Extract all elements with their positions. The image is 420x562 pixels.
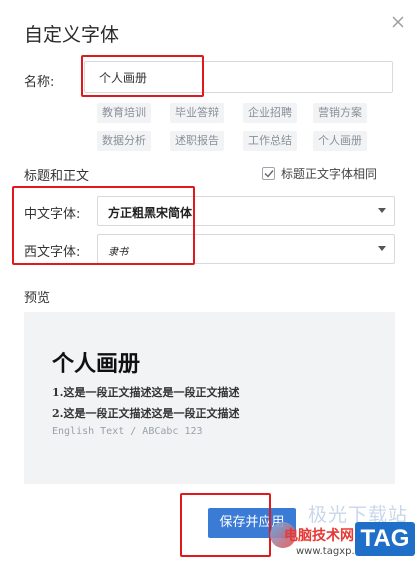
tag-item[interactable]: 数据分析 <box>97 131 151 151</box>
tag-item[interactable]: 企业招聘 <box>243 103 297 123</box>
same-font-label: 标题正文字体相同 <box>281 167 378 181</box>
preview-body-line: 2.这是一段正文描述这是一段正文描述 <box>52 407 240 420</box>
name-label: 名称: <box>24 75 55 90</box>
western-font-label: 西文字体: <box>24 245 81 260</box>
checkmark-icon <box>264 170 274 178</box>
chinese-font-value: 方正粗黑宋简体 <box>108 206 193 220</box>
tag-item[interactable]: 营销方案 <box>313 103 367 123</box>
watermark-url: www.tagxp.com <box>296 546 376 557</box>
checkbox-box[interactable] <box>262 167 275 180</box>
preview-label: 预览 <box>24 291 51 306</box>
chinese-font-label: 中文字体: <box>24 207 81 222</box>
preview-english-text: English Text / ABCabc 123 <box>52 426 203 437</box>
tag-item[interactable]: 工作总结 <box>243 131 297 151</box>
tag-item[interactable]: 毕业答辩 <box>170 103 224 123</box>
chevron-down-icon <box>378 208 386 213</box>
preview-body-line: 1.这是一段正文描述这是一段正文描述 <box>52 386 240 399</box>
chinese-font-select[interactable]: 方正粗黑宋简体 <box>97 196 395 226</box>
cancel-button[interactable] <box>304 508 394 538</box>
western-font-select[interactable]: 隶书 <box>97 234 395 264</box>
dialog-title: 自定义字体 <box>24 24 120 46</box>
name-input[interactable] <box>84 61 393 93</box>
western-font-value: 隶书 <box>108 247 128 258</box>
close-icon[interactable] <box>390 14 406 30</box>
preview-panel: 个人画册 1.这是一段正文描述这是一段正文描述 2.这是一段正文描述这是一段正文… <box>24 312 395 484</box>
tag-item[interactable]: 个人画册 <box>313 131 367 151</box>
tag-item[interactable]: 述职报告 <box>170 131 224 151</box>
same-font-checkbox[interactable]: 标题正文字体相同 <box>262 165 377 182</box>
tag-item[interactable]: 教育培训 <box>97 103 151 123</box>
chevron-down-icon <box>378 246 386 251</box>
section-title: 标题和正文 <box>24 169 90 184</box>
save-apply-button[interactable]: 保存并应用 <box>208 508 296 538</box>
preview-heading: 个人画册 <box>52 351 141 377</box>
